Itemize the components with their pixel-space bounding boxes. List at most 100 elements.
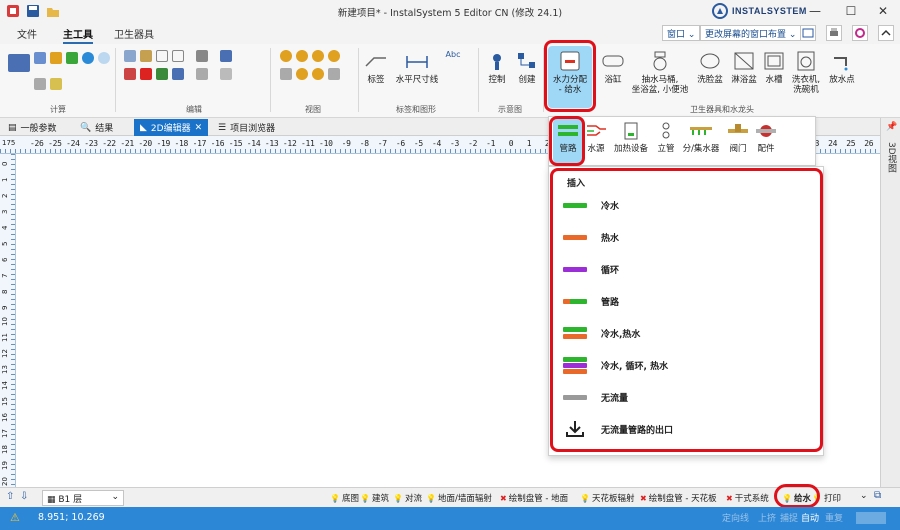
drain-point-button[interactable]: 放水点 xyxy=(826,50,858,85)
manifold-icon xyxy=(689,121,713,141)
frame-icon[interactable] xyxy=(172,50,184,62)
calc-drop-icon[interactable] xyxy=(82,52,94,64)
tool-manifold[interactable]: 分/集水器 xyxy=(679,121,723,154)
tab-project-browser[interactable]: ☰ 项目浏览器 xyxy=(218,121,275,135)
ruler-number: 9 xyxy=(1,305,9,310)
group-separator xyxy=(358,48,359,112)
redo-icon[interactable] xyxy=(172,68,184,80)
ruler-number: 20 xyxy=(1,477,9,486)
tool-valve[interactable]: 阀门 xyxy=(725,121,751,154)
tool-heater[interactable]: 加热设备 xyxy=(611,121,651,154)
window-select[interactable]: 窗口 ⌄ xyxy=(662,25,701,41)
layer-tab[interactable]: 💡 地面/墙面辐射 xyxy=(426,492,492,505)
text-button[interactable]: Abc xyxy=(442,50,464,60)
control-button[interactable]: 控制 xyxy=(484,50,510,85)
tab-general-params[interactable]: ▤ 一般参数 xyxy=(8,121,57,135)
bulb-icon: 💡 xyxy=(360,493,370,503)
tab-2d-editor[interactable]: ◣ 2D编辑器 ✕ xyxy=(134,119,209,136)
layer-down-icon[interactable]: ⇩ xyxy=(20,491,28,502)
calc-drop2-icon[interactable] xyxy=(98,52,110,64)
layer-tab[interactable]: ✖ 干式系统 xyxy=(726,492,769,505)
print-icon[interactable] xyxy=(826,25,842,41)
toilet-button[interactable]: 抽水马桶, 坐浴盆, 小便池 xyxy=(628,50,692,95)
zoom-out-icon[interactable] xyxy=(296,50,308,62)
ruler-number: 8 xyxy=(1,289,9,294)
calc-report-icon[interactable] xyxy=(50,78,62,90)
layer-tab[interactable]: ✖ 绘制盘管 - 地面 xyxy=(500,492,568,505)
sink-button[interactable]: 水槽 xyxy=(762,50,786,85)
layers-icon[interactable]: ⧉ xyxy=(874,490,881,501)
undo-icon[interactable] xyxy=(156,68,168,80)
cut-icon[interactable] xyxy=(124,68,136,80)
maximize-button[interactable]: ☐ xyxy=(836,2,866,20)
create-button[interactable]: 创建 xyxy=(514,50,540,85)
layer-tab[interactable]: 💡 建筑 xyxy=(360,492,389,505)
layer-tab[interactable]: 💡 天花板辐射 xyxy=(580,492,634,505)
status-auto-button[interactable]: 自动 xyxy=(801,511,819,524)
washbasin-button[interactable]: 洗脸盆 xyxy=(694,50,726,85)
layer-tab[interactable]: 💡 底图 xyxy=(330,492,359,505)
refresh-icon[interactable] xyxy=(328,68,340,80)
ruler-number: 5 xyxy=(1,241,9,246)
ruler-number: 3 xyxy=(1,209,9,214)
layer-tab[interactable]: 💡 对流 xyxy=(393,492,422,505)
window-layout-icon[interactable] xyxy=(800,25,816,41)
zoom-next-icon[interactable] xyxy=(312,68,324,80)
pan-icon[interactable] xyxy=(280,68,292,80)
side-panel-3d[interactable]: 📌 3D视图 xyxy=(880,118,900,487)
collapse-ribbon-icon[interactable] xyxy=(878,25,894,41)
tool-fittings[interactable]: 配件 xyxy=(753,121,779,154)
tab-results[interactable]: 🔍 结果 xyxy=(80,121,113,135)
zoom-window-icon[interactable] xyxy=(312,50,324,62)
delete-icon[interactable] xyxy=(140,68,152,80)
calc-table-icon[interactable] xyxy=(8,54,30,72)
ruler-number: 7 xyxy=(1,273,9,278)
tab-main-tools[interactable]: 主工具 xyxy=(63,26,93,44)
close-button[interactable]: ✕ xyxy=(868,2,898,20)
group-label-calc: 计算 xyxy=(50,105,66,114)
chevron-down-icon[interactable]: ⌄ xyxy=(860,491,868,501)
calc-lines-icon[interactable] xyxy=(34,78,46,90)
horizontal-dim-button[interactable]: 水平尺寸线 xyxy=(392,50,442,85)
plugin-icon[interactable] xyxy=(852,25,868,41)
more-edit-icon[interactable] xyxy=(220,68,232,80)
tap-icon xyxy=(830,50,854,72)
paste-icon[interactable] xyxy=(140,50,152,62)
tab-file[interactable]: 文件 xyxy=(17,26,37,41)
layer-tab-label: 对流 xyxy=(404,494,422,504)
calc-green-icon[interactable] xyxy=(66,52,78,64)
ruler-number: 11 xyxy=(1,333,9,342)
status-ortho-button[interactable]: 定向线 xyxy=(722,511,749,524)
zoom-prev-icon[interactable] xyxy=(296,68,308,80)
select-icon[interactable] xyxy=(156,50,168,62)
status-snap-button[interactable]: 捕捉 xyxy=(780,511,798,524)
close-tab-icon[interactable]: ✕ xyxy=(195,123,203,133)
zoom-all-icon[interactable] xyxy=(328,50,340,62)
calc-check-icon[interactable] xyxy=(50,52,62,64)
bulb-icon: 💡 xyxy=(393,493,403,503)
layer-up-icon[interactable]: ⇧ xyxy=(6,491,14,502)
calc-grid-icon[interactable] xyxy=(34,52,46,64)
tab-sanitary[interactable]: 卫生器具 xyxy=(114,26,154,41)
status-repeat-button[interactable]: 重复 xyxy=(825,511,843,524)
pin-icon[interactable]: 📌 xyxy=(886,122,897,132)
tool-riser[interactable]: 立管 xyxy=(653,121,679,154)
copy-icon[interactable] xyxy=(124,50,136,62)
layer-select[interactable]: ▦ B1 层 ⌄ xyxy=(42,490,124,506)
zoom-in-icon[interactable] xyxy=(280,50,292,62)
layout-select[interactable]: 更改屏幕的窗口布置 ⌄ xyxy=(700,25,802,41)
minimize-button[interactable]: — xyxy=(800,2,830,20)
arrow-icon[interactable] xyxy=(220,50,232,62)
insert-icon[interactable] xyxy=(196,50,208,62)
status-extrude-button[interactable]: 上挤 xyxy=(758,511,776,524)
bathtub-button[interactable]: 浴缸 xyxy=(598,50,628,85)
properties-icon[interactable] xyxy=(196,68,208,80)
ruler-number: 2 xyxy=(1,193,9,198)
warning-icon[interactable]: ⚠ xyxy=(10,511,20,524)
layer-tab[interactable]: ✖ 绘制盘管 - 天花板 xyxy=(640,492,717,505)
shower-tray-button[interactable]: 淋浴盆 xyxy=(728,50,760,85)
washer-button[interactable]: 洗衣机, 洗碗机 xyxy=(788,50,824,95)
washer-label-1: 洗衣机, xyxy=(791,75,821,85)
label-button[interactable]: 标签 xyxy=(362,50,390,85)
tool-water-source[interactable]: 水源 xyxy=(583,121,609,154)
